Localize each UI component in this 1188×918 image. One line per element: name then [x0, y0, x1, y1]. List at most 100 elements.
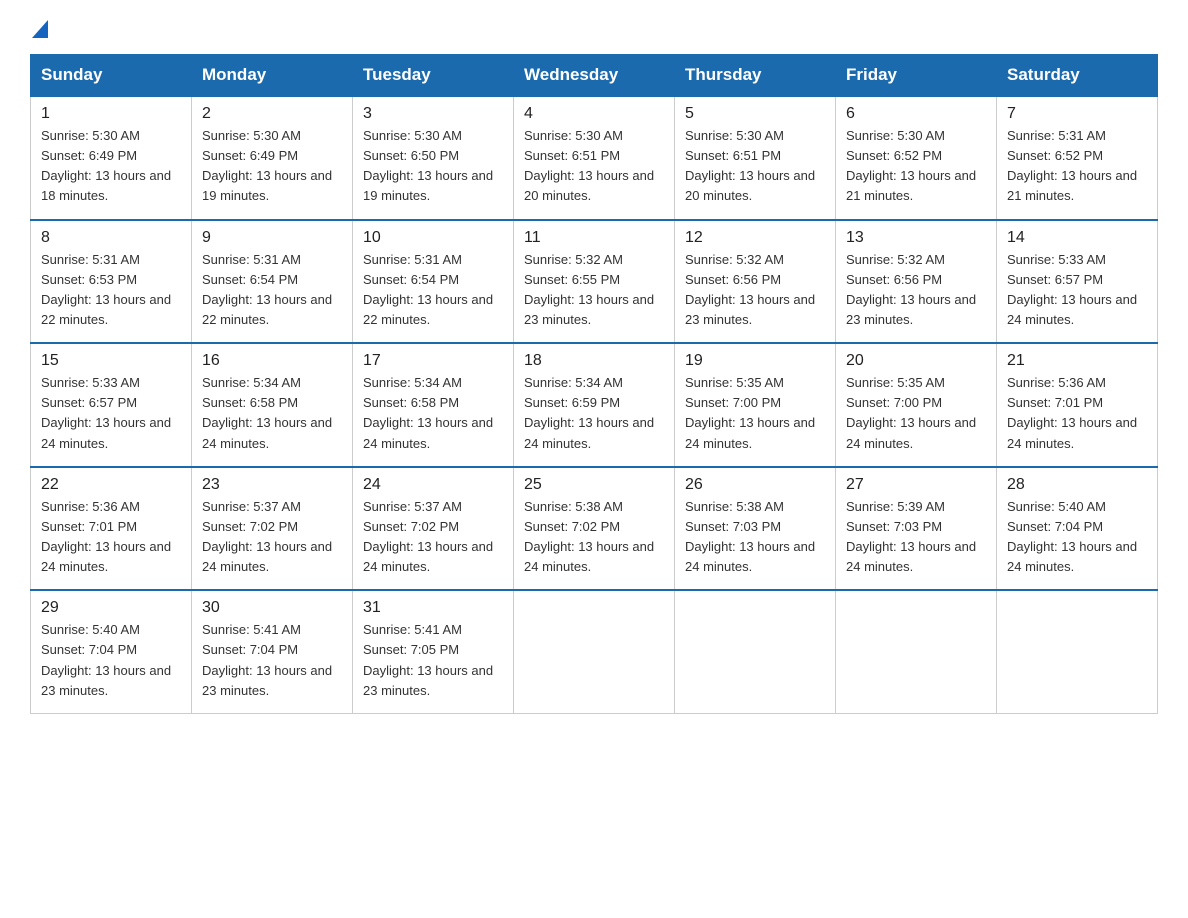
day-number: 7	[1007, 105, 1147, 123]
day-info: Sunrise: 5:30 AMSunset: 6:49 PMDaylight:…	[202, 128, 332, 203]
day-number: 10	[363, 229, 503, 247]
day-number: 30	[202, 599, 342, 617]
day-info: Sunrise: 5:35 AMSunset: 7:00 PMDaylight:…	[846, 375, 976, 450]
calendar-cell: 1 Sunrise: 5:30 AMSunset: 6:49 PMDayligh…	[31, 96, 192, 220]
calendar-cell: 24 Sunrise: 5:37 AMSunset: 7:02 PMDaylig…	[353, 467, 514, 591]
week-row-3: 15 Sunrise: 5:33 AMSunset: 6:57 PMDaylig…	[31, 343, 1158, 467]
week-row-4: 22 Sunrise: 5:36 AMSunset: 7:01 PMDaylig…	[31, 467, 1158, 591]
calendar-cell: 3 Sunrise: 5:30 AMSunset: 6:50 PMDayligh…	[353, 96, 514, 220]
calendar-cell: 2 Sunrise: 5:30 AMSunset: 6:49 PMDayligh…	[192, 96, 353, 220]
calendar-cell: 21 Sunrise: 5:36 AMSunset: 7:01 PMDaylig…	[997, 343, 1158, 467]
day-info: Sunrise: 5:30 AMSunset: 6:52 PMDaylight:…	[846, 128, 976, 203]
day-info: Sunrise: 5:30 AMSunset: 6:49 PMDaylight:…	[41, 128, 171, 203]
weekday-header-wednesday: Wednesday	[514, 55, 675, 97]
calendar-cell: 18 Sunrise: 5:34 AMSunset: 6:59 PMDaylig…	[514, 343, 675, 467]
day-number: 6	[846, 105, 986, 123]
week-row-1: 1 Sunrise: 5:30 AMSunset: 6:49 PMDayligh…	[31, 96, 1158, 220]
day-info: Sunrise: 5:38 AMSunset: 7:02 PMDaylight:…	[524, 499, 654, 574]
week-row-5: 29 Sunrise: 5:40 AMSunset: 7:04 PMDaylig…	[31, 590, 1158, 713]
day-info: Sunrise: 5:40 AMSunset: 7:04 PMDaylight:…	[41, 622, 171, 697]
day-number: 8	[41, 229, 181, 247]
day-number: 5	[685, 105, 825, 123]
day-number: 11	[524, 229, 664, 247]
calendar-cell: 31 Sunrise: 5:41 AMSunset: 7:05 PMDaylig…	[353, 590, 514, 713]
calendar-cell: 9 Sunrise: 5:31 AMSunset: 6:54 PMDayligh…	[192, 220, 353, 344]
day-info: Sunrise: 5:34 AMSunset: 6:58 PMDaylight:…	[363, 375, 493, 450]
day-number: 19	[685, 352, 825, 370]
day-number: 12	[685, 229, 825, 247]
calendar-cell: 5 Sunrise: 5:30 AMSunset: 6:51 PMDayligh…	[675, 96, 836, 220]
day-number: 15	[41, 352, 181, 370]
calendar-cell: 12 Sunrise: 5:32 AMSunset: 6:56 PMDaylig…	[675, 220, 836, 344]
calendar-cell: 30 Sunrise: 5:41 AMSunset: 7:04 PMDaylig…	[192, 590, 353, 713]
day-number: 1	[41, 105, 181, 123]
calendar-cell: 16 Sunrise: 5:34 AMSunset: 6:58 PMDaylig…	[192, 343, 353, 467]
day-number: 26	[685, 476, 825, 494]
day-info: Sunrise: 5:30 AMSunset: 6:50 PMDaylight:…	[363, 128, 493, 203]
weekday-header-thursday: Thursday	[675, 55, 836, 97]
calendar-cell: 6 Sunrise: 5:30 AMSunset: 6:52 PMDayligh…	[836, 96, 997, 220]
day-info: Sunrise: 5:36 AMSunset: 7:01 PMDaylight:…	[41, 499, 171, 574]
day-number: 20	[846, 352, 986, 370]
calendar-cell: 11 Sunrise: 5:32 AMSunset: 6:55 PMDaylig…	[514, 220, 675, 344]
day-info: Sunrise: 5:35 AMSunset: 7:00 PMDaylight:…	[685, 375, 815, 450]
day-number: 27	[846, 476, 986, 494]
day-number: 9	[202, 229, 342, 247]
calendar-cell	[675, 590, 836, 713]
day-info: Sunrise: 5:34 AMSunset: 6:59 PMDaylight:…	[524, 375, 654, 450]
calendar-cell	[836, 590, 997, 713]
day-info: Sunrise: 5:41 AMSunset: 7:05 PMDaylight:…	[363, 622, 493, 697]
day-info: Sunrise: 5:32 AMSunset: 6:56 PMDaylight:…	[685, 252, 815, 327]
calendar-cell: 15 Sunrise: 5:33 AMSunset: 6:57 PMDaylig…	[31, 343, 192, 467]
header	[30, 20, 1158, 36]
calendar-cell: 28 Sunrise: 5:40 AMSunset: 7:04 PMDaylig…	[997, 467, 1158, 591]
calendar-cell	[997, 590, 1158, 713]
day-number: 2	[202, 105, 342, 123]
day-number: 3	[363, 105, 503, 123]
day-number: 14	[1007, 229, 1147, 247]
calendar-cell: 10 Sunrise: 5:31 AMSunset: 6:54 PMDaylig…	[353, 220, 514, 344]
day-number: 17	[363, 352, 503, 370]
weekday-header-sunday: Sunday	[31, 55, 192, 97]
calendar-cell: 20 Sunrise: 5:35 AMSunset: 7:00 PMDaylig…	[836, 343, 997, 467]
day-info: Sunrise: 5:32 AMSunset: 6:55 PMDaylight:…	[524, 252, 654, 327]
day-number: 29	[41, 599, 181, 617]
day-info: Sunrise: 5:31 AMSunset: 6:54 PMDaylight:…	[202, 252, 332, 327]
day-number: 13	[846, 229, 986, 247]
calendar-cell: 23 Sunrise: 5:37 AMSunset: 7:02 PMDaylig…	[192, 467, 353, 591]
weekday-header-row: SundayMondayTuesdayWednesdayThursdayFrid…	[31, 55, 1158, 97]
day-info: Sunrise: 5:37 AMSunset: 7:02 PMDaylight:…	[202, 499, 332, 574]
calendar-cell: 22 Sunrise: 5:36 AMSunset: 7:01 PMDaylig…	[31, 467, 192, 591]
week-row-2: 8 Sunrise: 5:31 AMSunset: 6:53 PMDayligh…	[31, 220, 1158, 344]
day-info: Sunrise: 5:33 AMSunset: 6:57 PMDaylight:…	[1007, 252, 1137, 327]
day-info: Sunrise: 5:41 AMSunset: 7:04 PMDaylight:…	[202, 622, 332, 697]
day-info: Sunrise: 5:34 AMSunset: 6:58 PMDaylight:…	[202, 375, 332, 450]
day-number: 23	[202, 476, 342, 494]
day-info: Sunrise: 5:31 AMSunset: 6:54 PMDaylight:…	[363, 252, 493, 327]
day-number: 25	[524, 476, 664, 494]
calendar-cell: 27 Sunrise: 5:39 AMSunset: 7:03 PMDaylig…	[836, 467, 997, 591]
day-number: 24	[363, 476, 503, 494]
calendar-cell: 26 Sunrise: 5:38 AMSunset: 7:03 PMDaylig…	[675, 467, 836, 591]
day-info: Sunrise: 5:30 AMSunset: 6:51 PMDaylight:…	[685, 128, 815, 203]
day-info: Sunrise: 5:36 AMSunset: 7:01 PMDaylight:…	[1007, 375, 1137, 450]
weekday-header-saturday: Saturday	[997, 55, 1158, 97]
calendar-cell: 8 Sunrise: 5:31 AMSunset: 6:53 PMDayligh…	[31, 220, 192, 344]
day-info: Sunrise: 5:30 AMSunset: 6:51 PMDaylight:…	[524, 128, 654, 203]
calendar-cell: 4 Sunrise: 5:30 AMSunset: 6:51 PMDayligh…	[514, 96, 675, 220]
day-info: Sunrise: 5:40 AMSunset: 7:04 PMDaylight:…	[1007, 499, 1137, 574]
day-number: 22	[41, 476, 181, 494]
day-number: 21	[1007, 352, 1147, 370]
day-number: 28	[1007, 476, 1147, 494]
calendar-cell: 14 Sunrise: 5:33 AMSunset: 6:57 PMDaylig…	[997, 220, 1158, 344]
calendar-cell: 29 Sunrise: 5:40 AMSunset: 7:04 PMDaylig…	[31, 590, 192, 713]
day-number: 31	[363, 599, 503, 617]
day-number: 4	[524, 105, 664, 123]
weekday-header-friday: Friday	[836, 55, 997, 97]
calendar-cell: 25 Sunrise: 5:38 AMSunset: 7:02 PMDaylig…	[514, 467, 675, 591]
calendar-table: SundayMondayTuesdayWednesdayThursdayFrid…	[30, 54, 1158, 714]
calendar-cell	[514, 590, 675, 713]
calendar-cell: 19 Sunrise: 5:35 AMSunset: 7:00 PMDaylig…	[675, 343, 836, 467]
day-info: Sunrise: 5:32 AMSunset: 6:56 PMDaylight:…	[846, 252, 976, 327]
day-info: Sunrise: 5:38 AMSunset: 7:03 PMDaylight:…	[685, 499, 815, 574]
